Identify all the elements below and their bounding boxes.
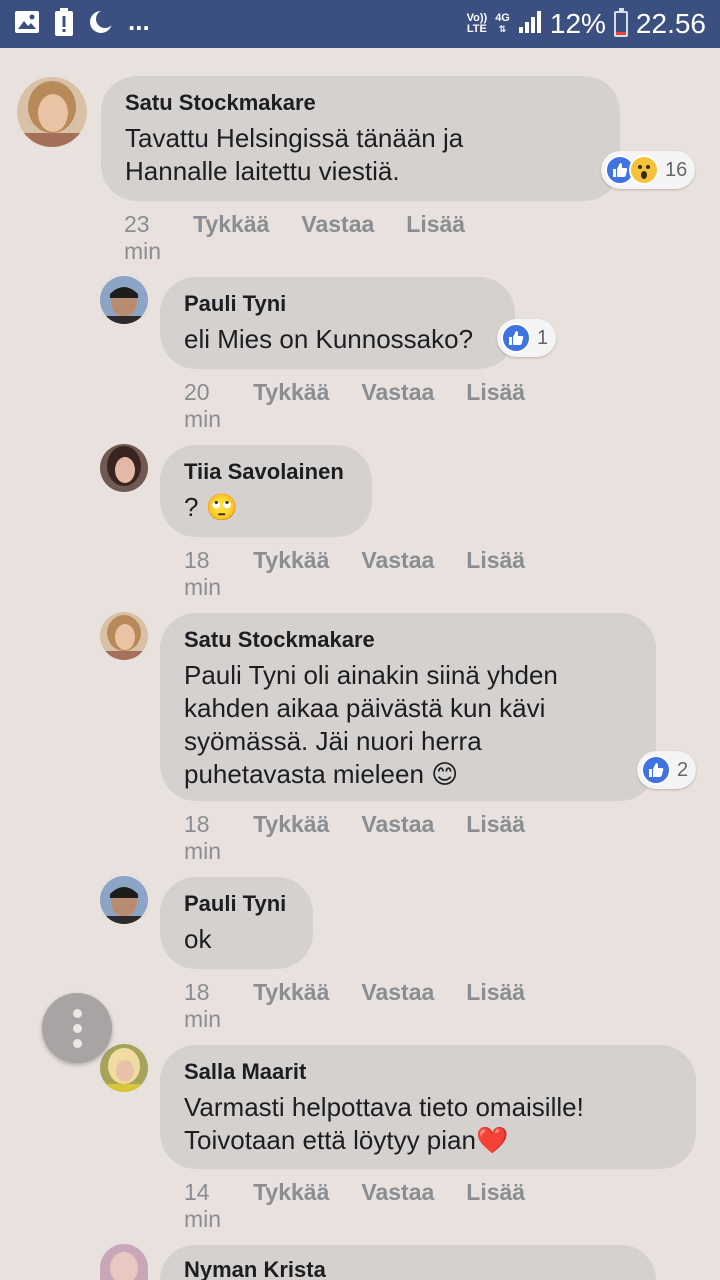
comment-text-line: ? 🙄 (184, 492, 239, 522)
comment-text-line: syömässä. Jäi nuori herra (184, 726, 482, 756)
more-button[interactable]: Lisää (466, 547, 525, 601)
comment-actions: 14 min Tykkää Vastaa Lisää (184, 1179, 525, 1233)
comment-actions: 20 min Tykkää Vastaa Lisää (184, 379, 525, 433)
data-type-indicator: 4G ⇅ (495, 13, 510, 35)
floating-menu-button[interactable] (42, 993, 112, 1063)
comment-time: 18 min (184, 547, 222, 600)
comment-text-line: Toivotaan että löytyy pian❤️ (184, 1125, 509, 1155)
like-button[interactable]: Tykkää (193, 211, 269, 265)
moon-icon (88, 9, 114, 40)
clock: 22.56 (635, 8, 706, 39)
comment-time: 23 min (124, 211, 162, 264)
comment-time: 20 min (184, 379, 222, 432)
comment-text: Tavattu Helsingissä tänään ja Hannalle l… (125, 122, 596, 188)
like-button[interactable]: Tykkää (253, 547, 329, 601)
data-arrows-icon: ⇅ (498, 24, 507, 34)
data-type-label: 4G (495, 12, 510, 24)
more-button[interactable]: Lisää (466, 979, 525, 1033)
reaction-summary[interactable]: 2 (637, 751, 697, 789)
wow-reaction-icon (629, 155, 659, 185)
comment-time: 18 min (184, 811, 222, 864)
comment-author[interactable]: Satu Stockmakare (184, 627, 632, 653)
reply-button[interactable]: Vastaa (361, 979, 434, 1033)
comment-author[interactable]: Salla Maarit (184, 1059, 672, 1085)
reaction-summary[interactable]: 1 (497, 319, 557, 357)
battery-icon (613, 8, 628, 37)
more-button[interactable]: Lisää (466, 379, 525, 433)
like-button[interactable]: Tykkää (253, 1179, 329, 1233)
like-button[interactable]: Tykkää (253, 811, 329, 865)
more-button[interactable]: Lisää (466, 1179, 525, 1233)
reply-button[interactable]: Vastaa (301, 211, 374, 265)
menu-dot (72, 1023, 82, 1033)
like-button[interactable]: Tykkää (253, 979, 329, 1033)
comment-text-line: Hannalle laitettu viestiä. (125, 156, 400, 186)
comment-actions: 23 min Tykkää Vastaa Lisää (124, 211, 465, 265)
comment-bubble[interactable]: Tiia Savolainen ? 🙄 (160, 445, 372, 537)
reply-button[interactable]: Vastaa (361, 379, 434, 433)
comment-actions: 18 min Tykkää Vastaa Lisää (184, 811, 525, 865)
battery-percent: 12% (549, 8, 606, 39)
signal-icon (518, 10, 542, 39)
menu-dot (72, 1038, 82, 1048)
comment-bubble[interactable]: Satu Stockmakare Pauli Tyni oli ainakin … (160, 613, 656, 801)
comment-time: 14 min (184, 1179, 222, 1232)
comment-actions: 18 min Tykkää Vastaa Lisää (184, 547, 525, 601)
more-notifications-indicator: ... (128, 6, 150, 36)
comment-bubble[interactable]: Nyman Krista (160, 1245, 656, 1280)
comment-author[interactable]: Pauli Tyni (184, 891, 289, 917)
reply-button[interactable]: Vastaa (361, 811, 434, 865)
comment-author[interactable]: Tiia Savolainen (184, 459, 348, 485)
battery-level (615, 32, 626, 35)
like-button[interactable]: Tykkää (253, 379, 329, 433)
avatar[interactable] (100, 1044, 148, 1092)
status-bar: ... Vo)) LTE 4G ⇅ 12% 22.56 (0, 0, 720, 48)
comment-text-line: puhetavasta mieleen 😊 (184, 759, 459, 789)
lte-label: LTE (466, 23, 487, 35)
more-button[interactable]: Lisää (466, 811, 525, 865)
comment-text-line: kahden aikaa päivästä kun kävi (184, 693, 546, 723)
comment-text: Varmasti helpottava tieto omaisille! Toi… (184, 1091, 672, 1157)
reply-button[interactable]: Vastaa (361, 547, 434, 601)
avatar[interactable] (17, 77, 87, 147)
avatar[interactable] (100, 276, 148, 324)
comment-text: Pauli Tyni oli ainakin siinä yhden kahde… (184, 659, 632, 791)
battery-alert-icon (54, 7, 74, 41)
like-reaction-icon (501, 323, 531, 353)
comment-author[interactable]: Pauli Tyni (184, 291, 491, 317)
avatar[interactable] (100, 444, 148, 492)
comment-text: eli Mies on Kunnossako? (184, 323, 491, 356)
volte-indicator: Vo)) LTE (467, 13, 488, 35)
more-button[interactable]: Lisää (406, 211, 465, 265)
avatar[interactable] (100, 1244, 148, 1280)
reaction-summary[interactable]: 16 (601, 151, 696, 189)
reaction-count: 1 (537, 326, 549, 349)
comment-author[interactable]: Satu Stockmakare (125, 90, 596, 116)
comment-text-line: Varmasti helpottava tieto omaisille! (184, 1092, 584, 1122)
comment-author[interactable]: Nyman Krista (184, 1257, 632, 1280)
reaction-count: 16 (665, 158, 688, 181)
comment-time: 18 min (184, 979, 222, 1032)
comment-bubble[interactable]: Salla Maarit Varmasti helpottava tieto o… (160, 1045, 696, 1169)
comment-actions: 18 min Tykkää Vastaa Lisää (184, 979, 525, 1033)
comment-bubble[interactable]: Pauli Tyni eli Mies on Kunnossako? (160, 277, 515, 369)
comment-text: ok (184, 923, 289, 956)
comment-text: ? 🙄 (184, 491, 348, 524)
comment-text-line: ok (184, 924, 212, 954)
comment-text-line: Pauli Tyni oli ainakin siinä yhden (184, 660, 558, 690)
reaction-count: 2 (677, 758, 689, 781)
reply-button[interactable]: Vastaa (361, 1179, 434, 1233)
comment-text-line: Tavattu Helsingissä tänään ja (125, 123, 464, 153)
avatar[interactable] (100, 876, 148, 924)
comment-text-line: eli Mies on Kunnossako? (184, 324, 474, 354)
comment-bubble[interactable]: Satu Stockmakare Tavattu Helsingissä tän… (101, 76, 620, 201)
avatar[interactable] (100, 612, 148, 660)
comment-bubble[interactable]: Pauli Tyni ok (160, 877, 313, 969)
like-reaction-icon (641, 755, 671, 785)
image-icon (14, 10, 40, 39)
menu-dot (72, 1008, 82, 1018)
